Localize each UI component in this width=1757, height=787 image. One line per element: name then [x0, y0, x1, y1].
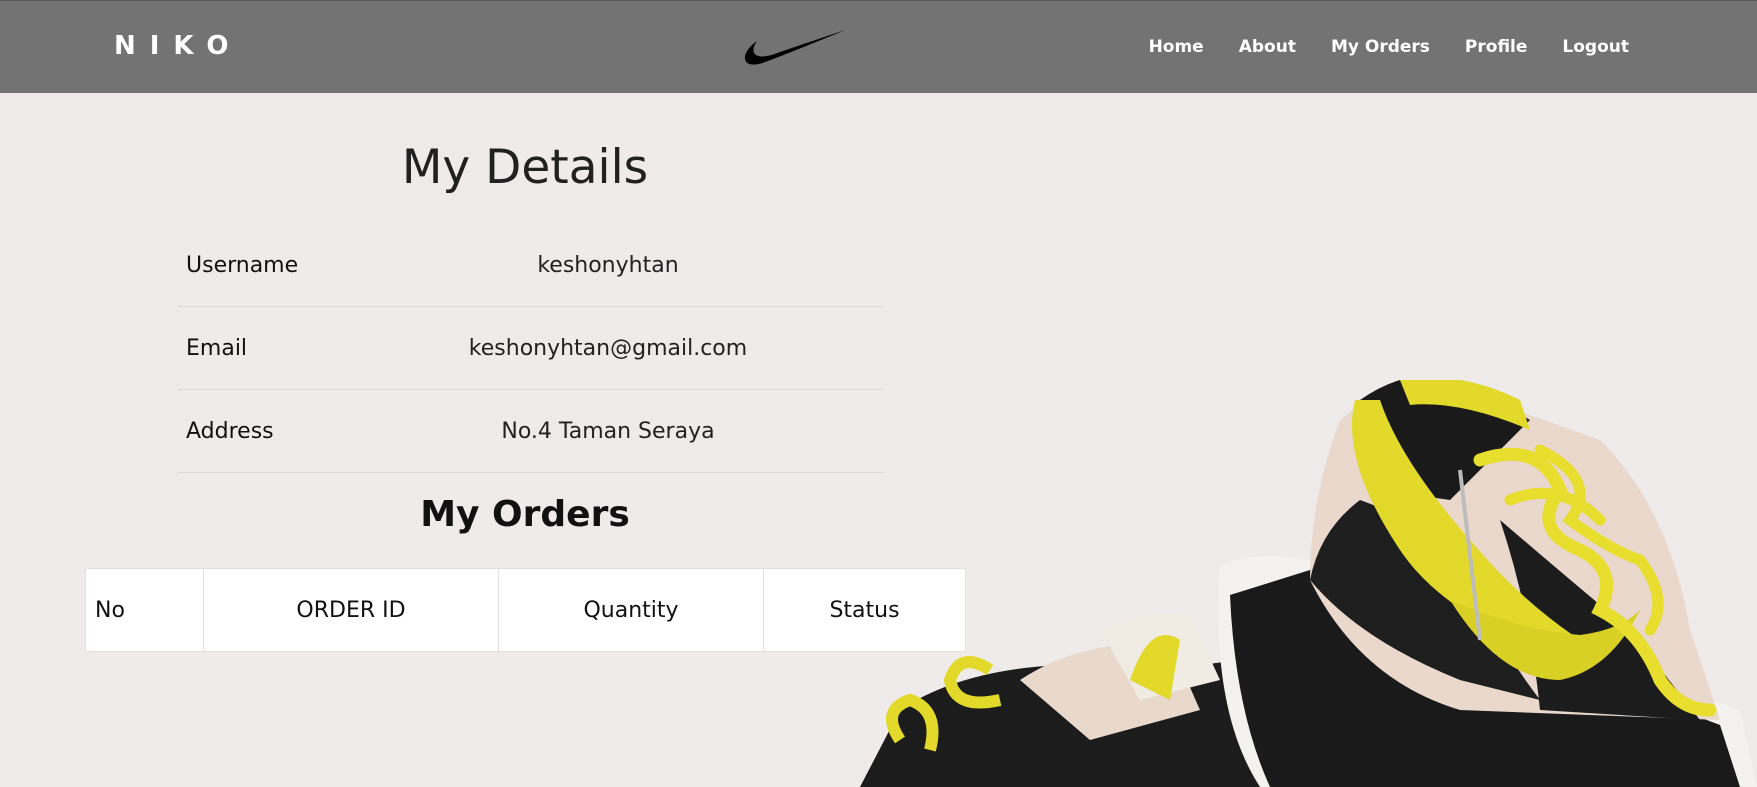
- nav-my-orders-link[interactable]: My Orders: [1331, 37, 1430, 57]
- swoosh-icon[interactable]: [744, 29, 848, 67]
- detail-label: Email: [186, 335, 248, 361]
- orders-table: No ORDER ID Quantity Status: [85, 568, 966, 652]
- details-title: My Details: [401, 140, 649, 195]
- nav-links: Home About My Orders Profile Logout: [1149, 37, 1629, 57]
- detail-row-username: Username keshonyhtan: [178, 224, 884, 307]
- detail-value: keshonyhtan: [537, 252, 679, 278]
- detail-value: No.4 Taman Seraya: [501, 418, 715, 444]
- navbar: NIKO Home About My Orders Profile Logout: [0, 0, 1757, 93]
- detail-row-address: Address No.4 Taman Seraya: [178, 390, 884, 473]
- nav-profile-link[interactable]: Profile: [1465, 37, 1527, 57]
- detail-value: keshonyhtan@gmail.com: [468, 335, 748, 361]
- sneaker-image: [860, 380, 1757, 787]
- detail-label: Username: [186, 252, 299, 278]
- orders-header-row: No ORDER ID Quantity Status: [85, 568, 966, 652]
- details-table: Username keshonyhtan Email keshonyhtan@g…: [178, 224, 884, 473]
- column-header-order-id: ORDER ID: [203, 568, 499, 652]
- nav-about-link[interactable]: About: [1239, 37, 1296, 57]
- column-header-quantity: Quantity: [498, 568, 764, 652]
- nav-logout-link[interactable]: Logout: [1562, 37, 1629, 57]
- detail-row-email: Email keshonyhtan@gmail.com: [178, 307, 884, 390]
- column-header-no: No: [85, 568, 204, 652]
- nav-home-link[interactable]: Home: [1149, 37, 1204, 57]
- detail-label: Address: [186, 418, 274, 444]
- brand-logo[interactable]: NIKO: [114, 31, 243, 61]
- orders-title: My Orders: [420, 494, 630, 535]
